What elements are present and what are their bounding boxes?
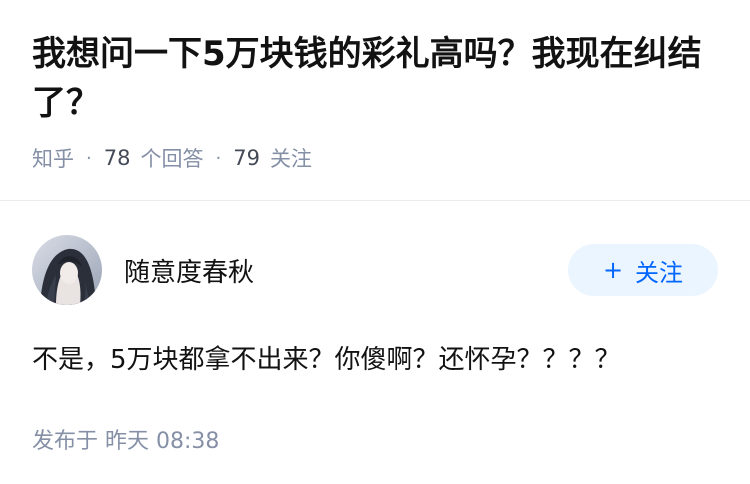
follow-button-label: 关注 (635, 258, 684, 287)
post-time-value: 昨天 08:38 (105, 429, 220, 454)
follow-button[interactable]: + 关注 (568, 244, 718, 296)
question-meta: 知乎 · 78 个回答 · 79 关注 (32, 142, 722, 174)
question-header: 我想问一下5万块钱的彩礼高吗？我现在纠结了？ 知乎 · 78 个回答 · 79 … (32, 30, 722, 174)
avatar-image (32, 235, 102, 305)
separator-dot: · (86, 147, 92, 169)
post-time: 发布于 昨天 08:38 (32, 423, 718, 455)
answer-card: 随意度春秋 + 关注 不是，5万块都拿不出来？你傻啊？还怀孕？？？？ 发布于 昨… (32, 235, 718, 455)
question-title[interactable]: 我想问一下5万块钱的彩礼高吗？我现在纠结了？ (32, 30, 722, 128)
author-name[interactable]: 随意度春秋 (124, 252, 568, 289)
follower-count-label: 关注 (269, 147, 312, 171)
plus-icon: + (602, 256, 624, 284)
avatar[interactable] (32, 235, 102, 305)
answer-count-label: 个回答 (140, 147, 204, 171)
answer-content[interactable]: 不是，5万块都拿不出来？你傻啊？还怀孕？？？？ (32, 341, 718, 379)
source-label: 知乎 (32, 147, 74, 171)
divider (0, 200, 750, 201)
separator-dot: · (215, 147, 222, 169)
answer-count: 78 (103, 146, 131, 170)
author-row: 随意度春秋 + 关注 (32, 235, 718, 305)
follower-count: 79 (233, 146, 260, 170)
post-time-prefix: 发布于 (32, 429, 99, 454)
